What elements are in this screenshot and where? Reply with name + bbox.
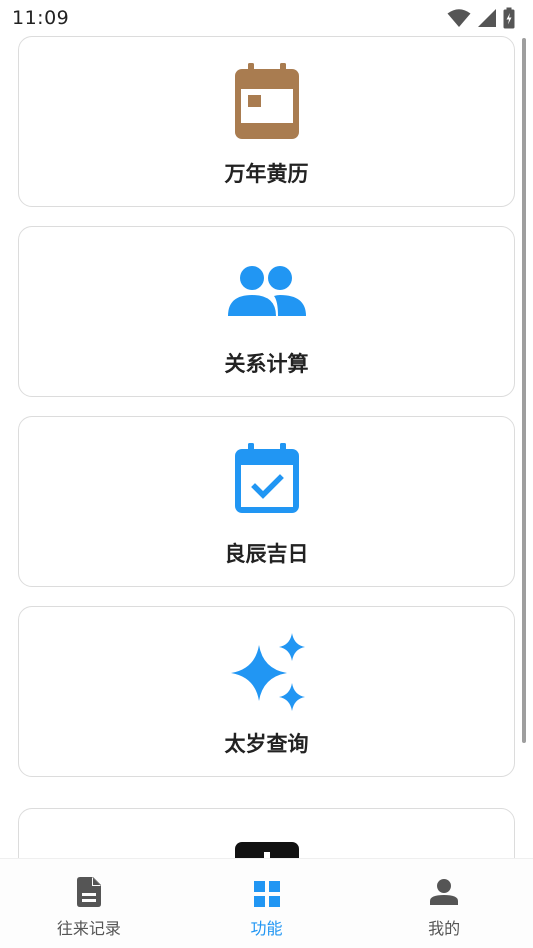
feature-card-auspicious-day[interactable]: 良辰吉日	[18, 416, 515, 587]
feature-card-label: 太岁查询	[224, 732, 309, 756]
person-icon	[430, 879, 459, 905]
feature-list[interactable]: 万年黄历 关系计算 良辰吉日 太岁查询	[0, 36, 533, 858]
calendar-icon	[234, 63, 299, 139]
feature-card-label: 良辰吉日	[224, 542, 309, 566]
document-icon	[76, 877, 101, 907]
signal-icon	[478, 9, 496, 27]
status-icons	[447, 7, 515, 29]
nav-item-profile[interactable]: 我的	[355, 859, 533, 948]
feature-card-relation[interactable]: 关系计算	[18, 226, 515, 397]
nav-item-features[interactable]: 功能	[178, 859, 356, 948]
nav-label: 功能	[250, 919, 283, 938]
feature-card-label: 关系计算	[224, 352, 309, 376]
bottom-navigation: 往来记录 功能 我的	[0, 858, 533, 948]
scrollbar[interactable]	[522, 38, 526, 743]
dark-app-icon	[234, 842, 299, 858]
feature-card-label: 万年黄历	[224, 162, 309, 186]
grid-icon	[253, 881, 280, 907]
feature-card-taisui[interactable]: 太岁查询	[18, 606, 515, 777]
feature-card-more[interactable]	[18, 808, 515, 858]
nav-label: 我的	[428, 919, 461, 938]
wifi-icon	[447, 9, 471, 27]
sparkle-icon	[230, 633, 305, 711]
status-time: 11:09	[12, 7, 70, 29]
battery-icon	[503, 7, 515, 29]
nav-label: 往来记录	[56, 919, 121, 938]
people-icon	[227, 266, 306, 316]
status-bar: 11:09	[0, 0, 533, 36]
calendar-check-icon	[234, 443, 299, 513]
nav-item-records[interactable]: 往来记录	[0, 859, 178, 948]
feature-card-almanac[interactable]: 万年黄历	[18, 36, 515, 207]
